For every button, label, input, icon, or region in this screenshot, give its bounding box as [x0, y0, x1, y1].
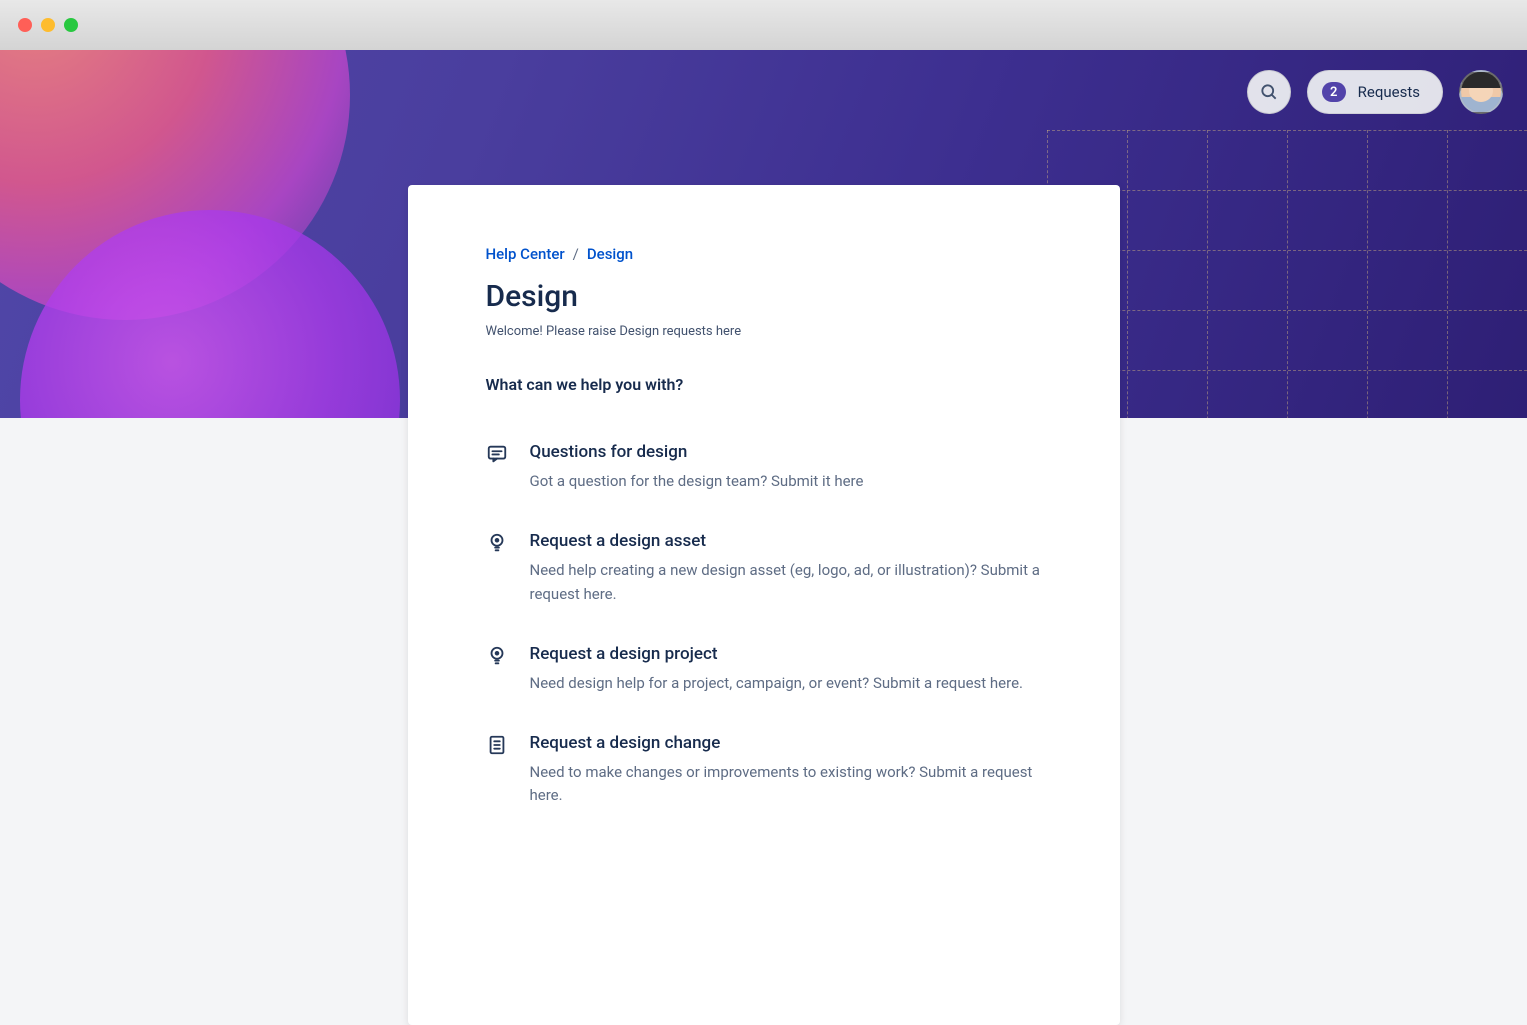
page-subtitle: Welcome! Please raise Design requests he… — [486, 324, 1042, 339]
request-title: Request a design asset — [530, 531, 1042, 551]
requests-label: Requests — [1358, 83, 1420, 101]
requests-button[interactable]: 2 Requests — [1307, 70, 1443, 114]
window-minimize-button[interactable] — [41, 18, 55, 32]
request-item-questions[interactable]: Questions for design Got a question for … — [486, 442, 1042, 493]
request-description: Need help creating a new design asset (e… — [530, 559, 1042, 606]
request-title: Request a design change — [530, 733, 1042, 753]
request-title: Questions for design — [530, 442, 1042, 462]
request-description: Got a question for the design team? Subm… — [530, 470, 1042, 493]
requests-count-badge: 2 — [1322, 82, 1346, 102]
request-item-project[interactable]: Request a design project Need design hel… — [486, 644, 1042, 695]
window-titlebar — [0, 0, 1527, 50]
request-list: Questions for design Got a question for … — [486, 442, 1042, 808]
search-button[interactable] — [1247, 70, 1291, 114]
request-item-asset[interactable]: Request a design asset Need help creatin… — [486, 531, 1042, 606]
document-icon — [486, 734, 508, 756]
breadcrumb-root-link[interactable]: Help Center — [486, 245, 565, 263]
user-avatar[interactable] — [1459, 70, 1503, 114]
request-item-change[interactable]: Request a design change Need to make cha… — [486, 733, 1042, 808]
request-description: Need to make changes or improvements to … — [530, 761, 1042, 808]
main-card: Help Center / Design Design Welcome! Ple… — [408, 185, 1120, 1025]
request-description: Need design help for a project, campaign… — [530, 672, 1042, 695]
breadcrumb: Help Center / Design — [486, 245, 1042, 263]
lightbulb-icon — [486, 532, 508, 554]
search-icon — [1259, 82, 1279, 102]
page-title: Design — [486, 279, 1042, 314]
section-heading: What can we help you with? — [486, 375, 1042, 394]
window-close-button[interactable] — [18, 18, 32, 32]
lightbulb-icon — [486, 645, 508, 667]
chat-icon — [486, 443, 508, 465]
request-title: Request a design project — [530, 644, 1042, 664]
breadcrumb-separator: / — [573, 245, 579, 263]
window-maximize-button[interactable] — [64, 18, 78, 32]
breadcrumb-current-link[interactable]: Design — [587, 245, 633, 263]
